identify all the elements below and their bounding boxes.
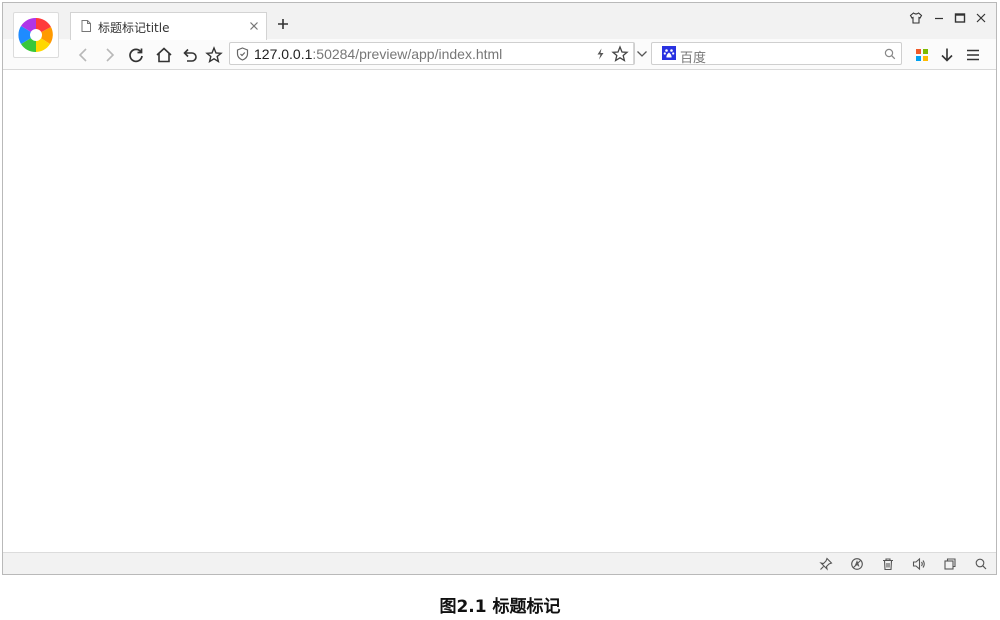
page-content (3, 70, 996, 554)
minimize-icon[interactable] (932, 11, 946, 25)
dropdown-chevron-icon[interactable] (636, 49, 648, 59)
pin-icon[interactable] (819, 557, 833, 571)
title-bar: 标题标记title (3, 3, 996, 58)
url-path: :50284/preview/app/index.html (312, 46, 503, 62)
page-icon (81, 20, 91, 32)
browser-logo[interactable] (13, 12, 59, 58)
new-tab-plus-icon[interactable] (275, 16, 291, 32)
favorites-star-icon[interactable] (205, 46, 223, 64)
figure-caption: 图2.1 标题标记 (439, 597, 561, 617)
zoom-icon[interactable] (974, 557, 988, 571)
trash-icon[interactable] (881, 557, 895, 571)
close-tab-icon[interactable] (249, 21, 259, 31)
back-icon[interactable] (75, 46, 93, 64)
browser-window: 标题标记title 127.0.0.1:50284/preview/app/in… (2, 2, 997, 575)
home-icon[interactable] (155, 46, 173, 64)
apps-grid-icon[interactable] (913, 46, 931, 64)
undo-close-tab-icon[interactable] (181, 46, 199, 64)
tab-title: 标题标记title (98, 21, 170, 35)
bookmark-star-icon[interactable] (611, 45, 629, 63)
search-placeholder: 百度 (680, 51, 707, 66)
forward-icon[interactable] (100, 46, 118, 64)
close-window-icon[interactable] (974, 11, 988, 25)
navigation-toolbar: 127.0.0.1:50284/preview/app/index.html 百… (3, 39, 996, 70)
search-icon[interactable] (884, 48, 896, 60)
tab-active[interactable]: 标题标记title (70, 12, 267, 40)
window-restore-icon[interactable] (943, 557, 957, 571)
address-bar[interactable]: 127.0.0.1:50284/preview/app/index.html (229, 42, 635, 65)
search-box[interactable]: 百度 (651, 42, 902, 66)
maximize-icon[interactable] (953, 11, 967, 25)
shield-icon[interactable] (236, 47, 249, 61)
reload-icon[interactable] (127, 46, 145, 64)
url-text[interactable]: 127.0.0.1:50284/preview/app/index.html (254, 46, 502, 62)
shirt-skin-icon[interactable] (909, 11, 923, 25)
baidu-paw-icon[interactable] (662, 46, 676, 60)
url-host: 127.0.0.1 (254, 46, 313, 62)
swirl-logo-icon (18, 17, 53, 53)
volume-icon[interactable] (912, 557, 926, 571)
status-bar (3, 552, 996, 574)
download-icon[interactable] (938, 46, 956, 64)
no-ad-icon[interactable] (850, 557, 864, 571)
lightning-icon[interactable] (596, 48, 605, 60)
menu-hamburger-icon[interactable] (964, 46, 982, 64)
address-divider (633, 43, 634, 64)
